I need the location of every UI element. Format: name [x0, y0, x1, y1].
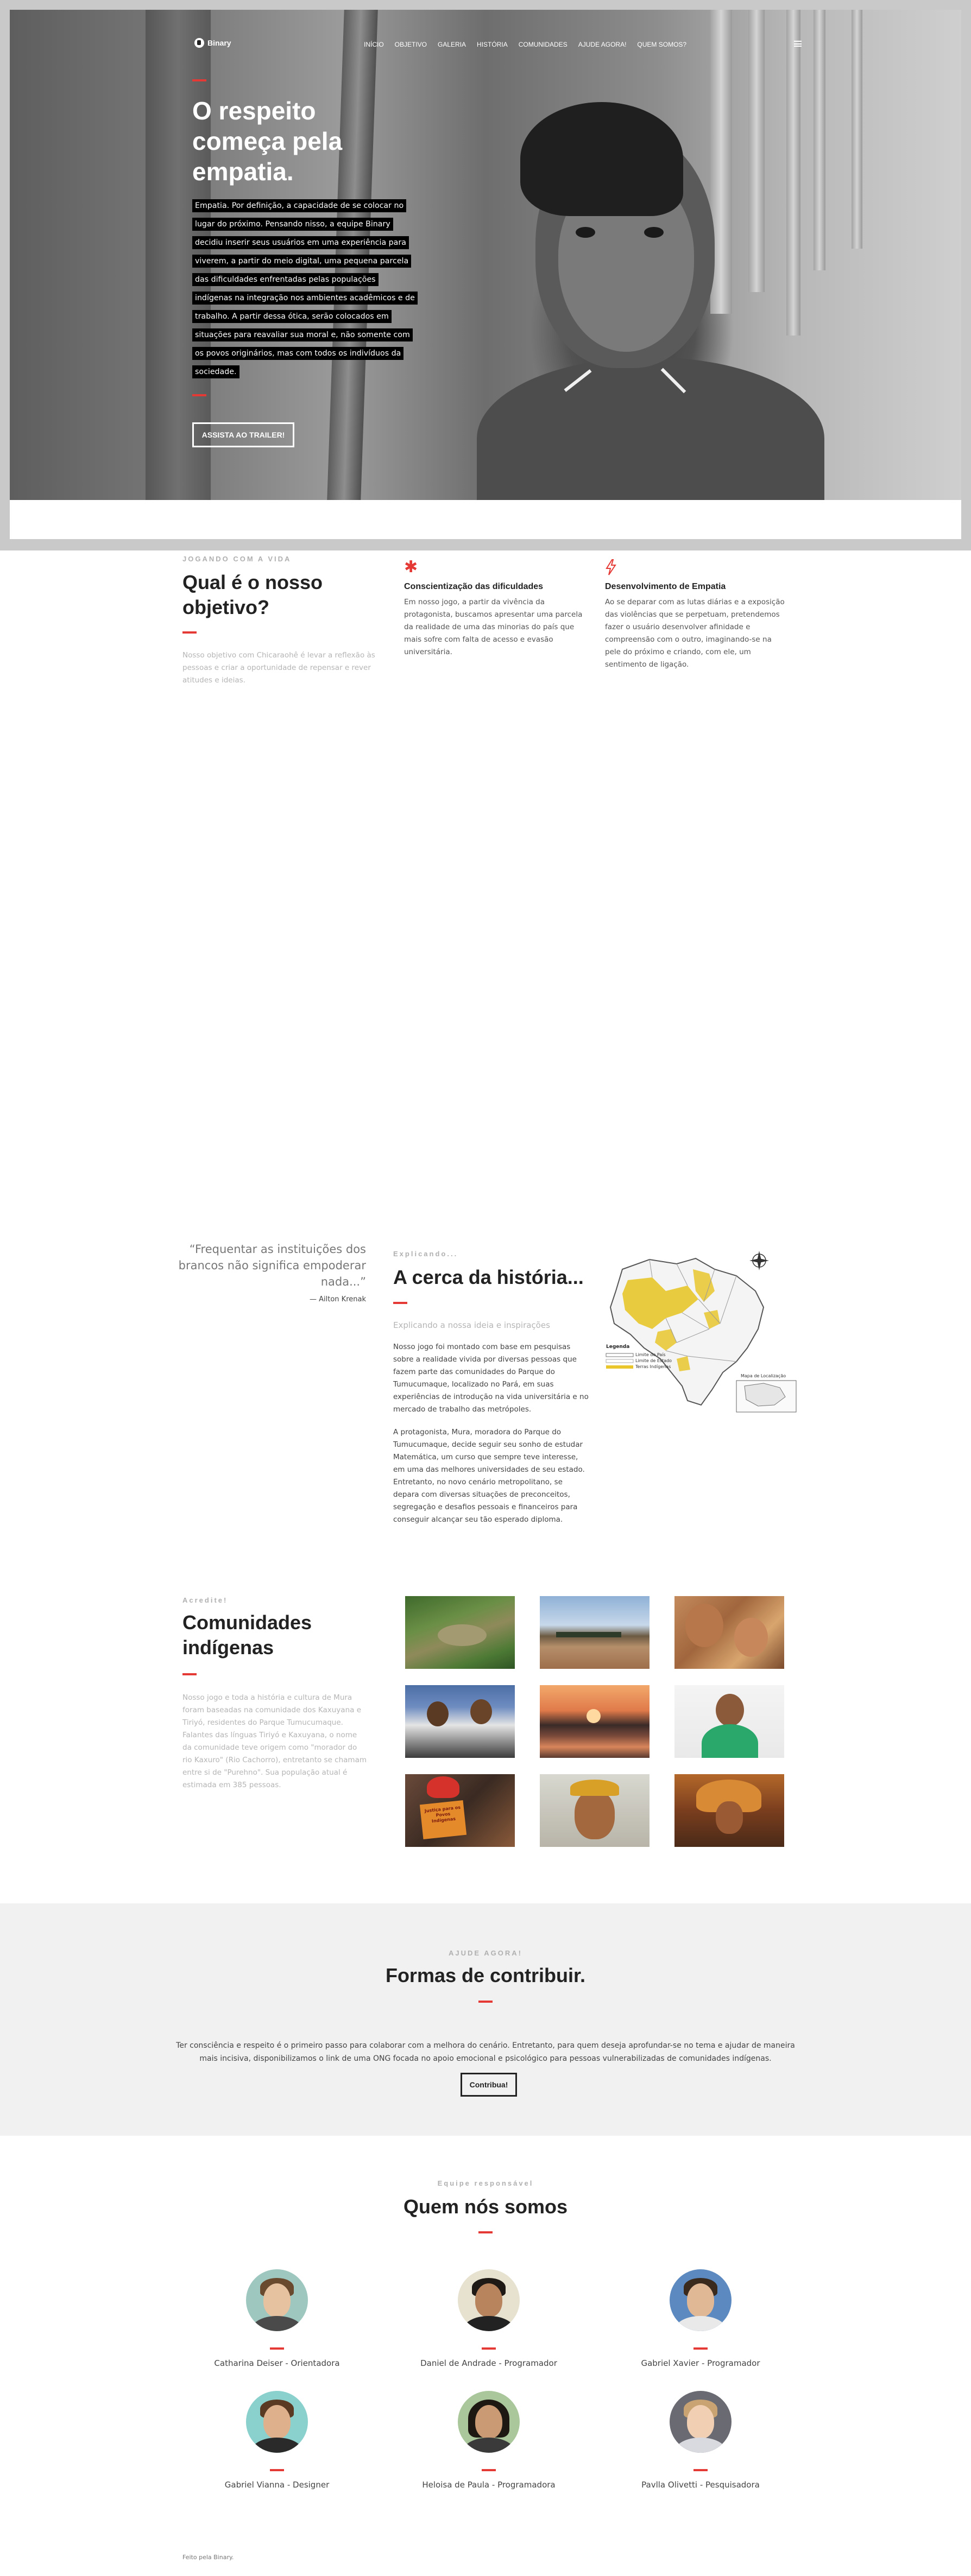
avatar	[246, 2269, 308, 2331]
accent-bar	[182, 1673, 197, 1675]
avatar	[458, 2391, 520, 2453]
objective-title: Qual é o nosso objetivo?	[182, 571, 323, 618]
photo-gallery: Justiça para os Povos Indígenas	[405, 1596, 785, 1848]
team-member: Gabriel Xavier - Programador	[603, 2269, 798, 2368]
contribute-button[interactable]: Contribua!	[461, 2073, 517, 2097]
avatar	[246, 2391, 308, 2453]
team-member: Daniel de Andrade - Programador	[391, 2269, 587, 2368]
member-name: Gabriel Vianna - Designer	[224, 2480, 330, 2490]
member-name: Heloisa de Paula - Programadora	[422, 2480, 556, 2490]
hero-bottom-strip	[10, 500, 961, 539]
menu-icon[interactable]	[794, 41, 802, 47]
avatar	[670, 2391, 732, 2453]
photo-aerial-village[interactable]	[405, 1596, 515, 1669]
feature-awareness: ✱ Conscientização das dificuldades Em no…	[404, 559, 589, 659]
brazil-map: Legenda Limite do País Limite de Estado …	[601, 1248, 802, 1416]
nav-item-ajude-agora[interactable]: AJUDE AGORA!	[578, 41, 627, 48]
avatar	[458, 2269, 520, 2331]
feature-title: Conscientização das dificuldades	[404, 582, 544, 591]
accent-bar	[693, 2347, 708, 2350]
contribute-kicker: AJUDE AGORA!	[449, 1949, 522, 1957]
member-name: Pavlla Olivetti - Pesquisadora	[641, 2480, 760, 2490]
compass-icon	[749, 1251, 769, 1270]
lightning-icon	[605, 559, 790, 580]
accent-bar	[693, 2469, 708, 2471]
accent-bar	[270, 2469, 284, 2471]
feature-empathy: Desenvolvimento de Empatia Ao se deparar…	[605, 559, 790, 671]
map-legend-title: Legenda	[606, 1344, 630, 1350]
trailer-button[interactable]: ASSISTA AO TRAILER!	[192, 422, 294, 447]
photo-students-reading[interactable]	[405, 1685, 515, 1758]
accent-bar	[482, 2347, 496, 2350]
nav-item-inicio[interactable]: INÍCIO	[364, 41, 384, 48]
asterisk-icon: ✱	[404, 558, 418, 577]
map-legend-item: Limite do País	[635, 1352, 666, 1357]
communities-text: Nosso jogo e toda a história e cultura d…	[182, 1693, 367, 1789]
photo-mother-child[interactable]	[674, 1596, 784, 1669]
communities-title: Comunidades indígenas	[182, 1611, 312, 1659]
nav-item-historia[interactable]: HISTÓRIA	[477, 41, 508, 48]
team-member: Gabriel Vianna - Designer	[179, 2391, 375, 2490]
contribute-section	[0, 1903, 971, 2136]
nav-item-objetivo[interactable]: OBJETIVO	[395, 41, 427, 48]
nav-item-quem-somos[interactable]: QUEM SOMOS?	[637, 41, 686, 48]
photo-protest-sign[interactable]: Justiça para os Povos Indígenas	[405, 1774, 515, 1847]
accent-bar	[478, 2001, 493, 2003]
photo-river-boats[interactable]	[540, 1596, 650, 1669]
map-legend-item: Limite de Estado	[635, 1358, 672, 1363]
accent-bar	[270, 2347, 284, 2350]
accent-bar	[482, 2469, 496, 2471]
contribute-title: Formas de contribuir.	[385, 1964, 586, 1986]
quote-author: — Ailton Krenak	[310, 1295, 366, 1303]
logo-icon	[194, 38, 204, 48]
history-paragraph: Nosso jogo foi montado com base em pesqu…	[393, 1343, 589, 1414]
quote-text: “Frequentar as instituições dos brancos …	[178, 1243, 366, 1288]
communities-kicker: Acredite!	[182, 1596, 228, 1604]
accent-bar	[478, 2231, 493, 2233]
photo-woman-speaker[interactable]	[674, 1685, 784, 1758]
history-paragraph: A protagonista, Mura, moradora do Parque…	[393, 1428, 585, 1524]
team-member: Pavlla Olivetti - Pesquisadora	[603, 2391, 798, 2490]
map-legend-item: Terras Indígenas	[635, 1364, 671, 1369]
photo-feather-headdress[interactable]	[674, 1774, 784, 1847]
accent-bar	[192, 79, 206, 81]
map-inset-label: Mapa de Localização	[741, 1374, 786, 1378]
team-member: Catharina Deiser - Orientadora	[179, 2269, 375, 2368]
history-kicker: Explicando...	[393, 1250, 458, 1258]
photo-painted-face[interactable]	[540, 1774, 650, 1847]
hero-title: O respeito começa pela empatia.	[192, 97, 343, 186]
nav-item-comunidades[interactable]: COMUNIDADES	[519, 41, 568, 48]
feature-text: Ao se deparar com as lutas diárias e a e…	[605, 598, 785, 669]
history-title: A cerca da história...	[393, 1266, 584, 1288]
objective-kicker: JOGANDO COM A VIDA	[182, 555, 292, 563]
team-kicker: Equipe responsável	[437, 2179, 534, 2187]
accent-bar	[182, 631, 197, 634]
footer-credit: Feito pela Binary.	[182, 2554, 234, 2561]
member-name: Catharina Deiser - Orientadora	[214, 2358, 340, 2368]
team-member: Heloisa de Paula - Programadora	[391, 2391, 587, 2490]
brand-name: Binary	[207, 39, 231, 47]
hero-section: Binary INÍCIO OBJETIVO GALERIA HISTÓRIA …	[10, 10, 961, 500]
accent-bar	[393, 1302, 407, 1304]
nav-item-galeria[interactable]: GALERIA	[438, 41, 466, 48]
feature-text: Em nosso jogo, a partir da vivência da p…	[404, 598, 583, 656]
avatar	[670, 2269, 732, 2331]
brand-logo[interactable]: Binary	[194, 38, 231, 48]
contribute-text: Ter consciência e respeito é o primeiro …	[176, 2041, 795, 2063]
member-name: Gabriel Xavier - Programador	[641, 2358, 760, 2368]
main-nav: INÍCIO OBJETIVO GALERIA HISTÓRIA COMUNID…	[364, 41, 686, 48]
hero-text: Empatia. Por definição, a capacidade de …	[192, 197, 418, 381]
member-name: Daniel de Andrade - Programador	[420, 2358, 557, 2368]
accent-bar	[192, 394, 206, 396]
feature-title: Desenvolvimento de Empatia	[605, 582, 726, 591]
photo-sunset-river[interactable]	[540, 1685, 650, 1758]
history-subtitle: Explicando a nossa ideia e inspirações	[393, 1320, 550, 1330]
team-title: Quem nós somos	[403, 2195, 568, 2218]
objective-text: Nosso objetivo com Chicaraohê é levar a …	[182, 651, 375, 685]
